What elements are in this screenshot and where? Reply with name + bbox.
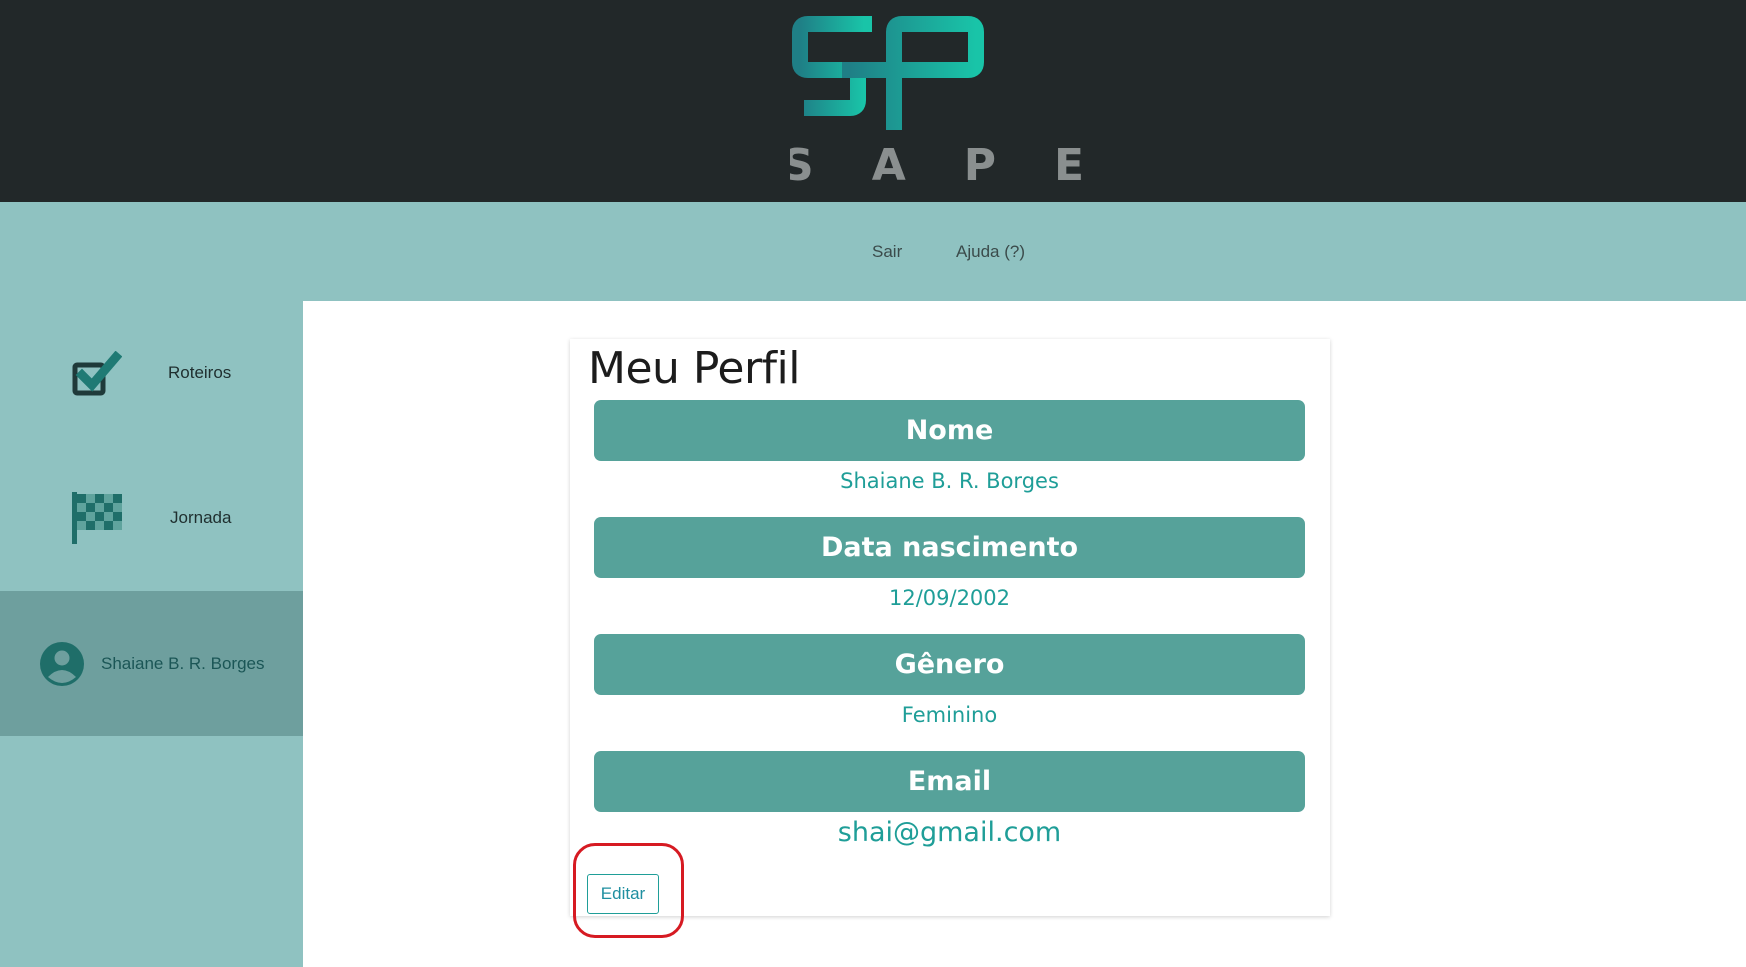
sidebar-item-label: Roteiros [168, 363, 232, 382]
field-value-email: shai@gmail.com [837, 817, 1062, 848]
field-header-name: Nome [594, 400, 1305, 461]
main-content: Meu Perfil Nome Shaiane B. R. Borges Dat… [303, 301, 1746, 967]
sidebar-item-label: Jornada [170, 508, 232, 527]
checkered-flag-icon [72, 492, 122, 544]
page-title: Meu Perfil [588, 343, 800, 394]
field-value-gender: Feminino [901, 703, 998, 727]
user-avatar-icon [40, 642, 84, 686]
field-header-birthdate: Data nascimento [594, 517, 1305, 578]
field-header-email: Email [594, 751, 1305, 812]
sidebar-item-roteiros[interactable]: Roteiros [0, 301, 303, 446]
top-navigation: Sair Ajuda (?) [0, 202, 1746, 301]
sidebar: Roteiros Jornada Shaiane B. R. Borges [0, 301, 303, 967]
field-header-gender: Gênero [594, 634, 1305, 695]
field-value-birthdate: 12/09/2002 [888, 586, 1011, 610]
sidebar-item-jornada[interactable]: Jornada [0, 446, 303, 591]
edit-button[interactable]: Editar [587, 874, 659, 914]
checkbox-icon [72, 351, 122, 396]
logo-text: SAPE [790, 140, 1120, 187]
app-header: SAPE [0, 0, 1746, 202]
help-link[interactable]: Ajuda (?) [956, 242, 1025, 262]
profile-card: Meu Perfil Nome Shaiane B. R. Borges Dat… [570, 339, 1330, 916]
sidebar-item-profile[interactable]: Shaiane B. R. Borges [0, 591, 303, 736]
sidebar-item-label: Shaiane B. R. Borges [101, 654, 265, 673]
sape-logo: SAPE [790, 16, 1120, 187]
field-value-name: Shaiane B. R. Borges [840, 469, 1059, 493]
logout-link[interactable]: Sair [872, 242, 902, 262]
